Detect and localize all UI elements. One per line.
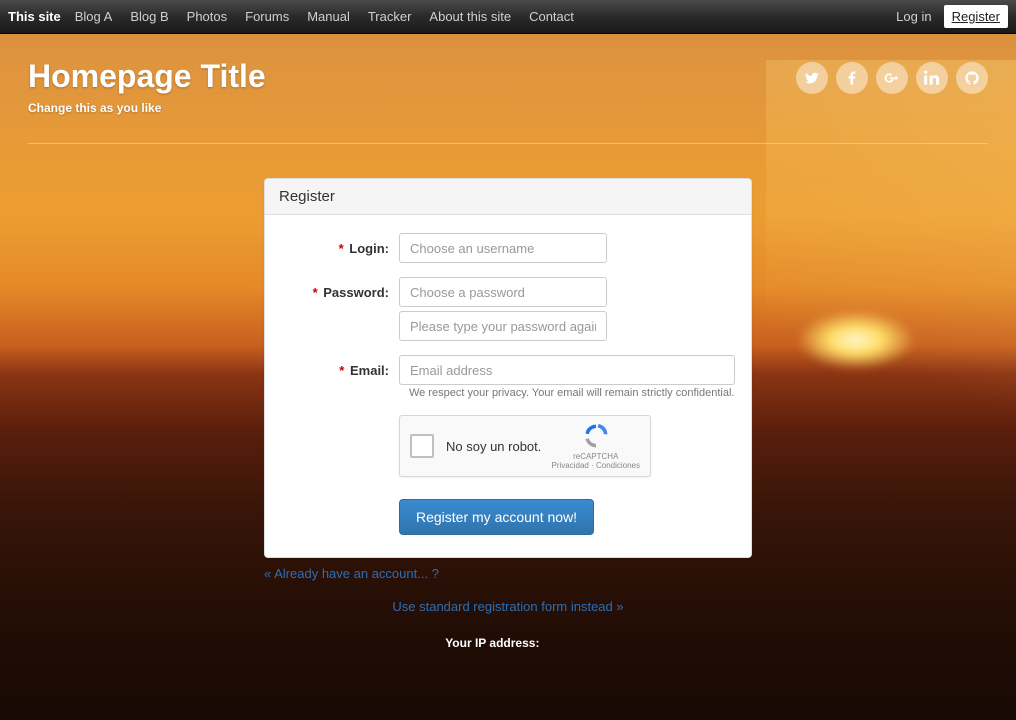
submit-button[interactable]: Register my account now!: [399, 499, 594, 535]
facebook-icon[interactable]: [836, 62, 868, 94]
nav-item-manual[interactable]: Manual: [307, 9, 350, 24]
github-icon[interactable]: [956, 62, 988, 94]
ip-label: Your IP address:: [445, 636, 539, 650]
nav-item-contact[interactable]: Contact: [529, 9, 574, 24]
register-card: Register * Login: * Password: * Email: W…: [264, 178, 752, 558]
login-link[interactable]: Log in: [896, 9, 931, 24]
nav-item-photos[interactable]: Photos: [187, 9, 227, 24]
social-icons: [796, 62, 988, 94]
recaptcha-icon: [582, 422, 610, 450]
card-title: Register: [265, 179, 751, 215]
nav-item-forums[interactable]: Forums: [245, 9, 289, 24]
nav-item-tracker[interactable]: Tracker: [368, 9, 412, 24]
recaptcha-checkbox[interactable]: [410, 434, 434, 458]
linkedin-icon[interactable]: [916, 62, 948, 94]
nav-brand[interactable]: This site: [8, 9, 61, 24]
register-button[interactable]: Register: [944, 5, 1008, 28]
login-input[interactable]: [399, 233, 607, 263]
standard-form-link[interactable]: Use standard registration form instead »: [264, 599, 752, 614]
password-confirm-input[interactable]: [399, 311, 607, 341]
recaptcha-widget: No soy un robot. reCAPTCHA Privacidad · …: [399, 415, 651, 477]
recaptcha-label: No soy un robot.: [446, 439, 552, 454]
googleplus-icon[interactable]: [876, 62, 908, 94]
nav-item-about[interactable]: About this site: [429, 9, 511, 24]
nav-item-blog-a[interactable]: Blog A: [75, 9, 113, 24]
recaptcha-brand: reCAPTCHA Privacidad · Condiciones: [552, 422, 641, 470]
top-nav: This site Blog A Blog B Photos Forums Ma…: [0, 0, 1016, 34]
password-label: * Password:: [281, 285, 399, 300]
email-help-text: We respect your privacy. Your email will…: [409, 387, 735, 399]
email-input[interactable]: [399, 355, 735, 385]
nav-item-blog-b[interactable]: Blog B: [130, 9, 168, 24]
page-tagline: Change this as you like: [28, 101, 796, 115]
page-title: Homepage Title: [28, 58, 796, 95]
already-have-account-link[interactable]: « Already have an account... ?: [264, 566, 752, 581]
header-divider: [28, 143, 988, 144]
password-input[interactable]: [399, 277, 607, 307]
twitter-icon[interactable]: [796, 62, 828, 94]
ip-address-line: Your IP address:: [0, 636, 1016, 650]
login-label: * Login:: [281, 241, 399, 256]
email-label: * Email:: [281, 363, 399, 378]
